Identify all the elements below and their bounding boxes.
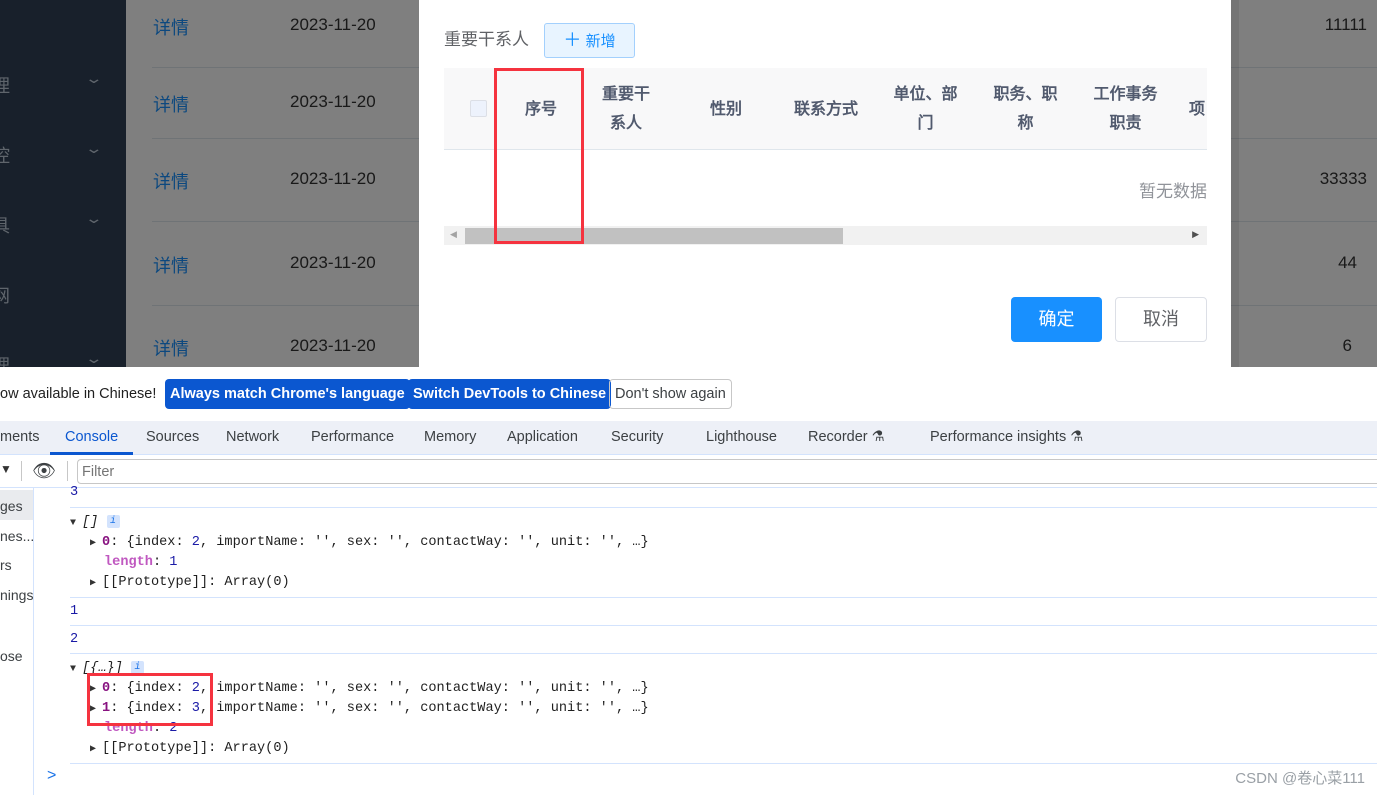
active-tab-indicator: [50, 452, 133, 455]
add-button-label: 新增: [585, 33, 616, 50]
collapsed-triangle-icon[interactable]: ▶: [90, 578, 102, 589]
tab-network[interactable]: Network: [226, 429, 279, 445]
devtools-panel: ow available in Chinese! Always match Ch…: [0, 367, 1377, 795]
array-preview: []: [82, 515, 99, 531]
toolbar-divider: [67, 461, 68, 481]
column-header: 单位、部门: [893, 86, 958, 132]
devtools-tabbar: [0, 421, 1377, 455]
array-prototype[interactable]: ▶ [[Prototype]]: Array(0): [90, 575, 290, 590]
sidebar-toggle-icon[interactable]: ▼: [0, 462, 12, 476]
stakeholder-dialog: 重要干系人 ＋ 新增 序号 重要干系人 性别 联系方式 单位、部门 职务、职称 …: [419, 0, 1231, 367]
item-key: 0: [102, 535, 111, 550]
tab-console[interactable]: Console: [65, 429, 118, 445]
highlight-box: [494, 68, 584, 244]
message-divider: [70, 653, 1377, 654]
column-header: 工作事务职责: [1093, 86, 1158, 132]
prototype-text: [[Prototype]]: Array(0): [102, 575, 290, 590]
console-sidebar-item[interactable]: ose: [0, 648, 23, 664]
column-header: 职务、职称: [993, 86, 1058, 132]
collapsed-triangle-icon[interactable]: ▶: [90, 744, 102, 755]
item-rest: , importName: '', sex: '', contactWay: '…: [199, 701, 649, 716]
tab-memory[interactable]: Memory: [424, 429, 476, 445]
dont-show-again-button[interactable]: Don't show again: [609, 379, 732, 409]
length-value: 1: [169, 555, 178, 570]
item-rest: , importName: '', sex: '', contactWay: '…: [199, 535, 649, 550]
info-icon[interactable]: i: [106, 515, 120, 528]
message-divider: [70, 597, 1377, 598]
tab-application[interactable]: Application: [507, 429, 578, 445]
console-array[interactable]: ▼ [] i: [70, 515, 120, 530]
select-all-checkbox[interactable]: [470, 100, 487, 117]
tab-lighthouse[interactable]: Lighthouse: [706, 429, 777, 445]
column-header: 联系方式: [793, 100, 858, 118]
background-app: 理⌄ 控⌄ 具⌄ 网 理⌄ 详情 2023-11-20 11111 详情 202…: [0, 0, 1377, 367]
confirm-button[interactable]: 确定: [1011, 297, 1102, 342]
console-message: 1: [70, 604, 79, 619]
switch-to-chinese-button[interactable]: Switch DevTools to Chinese: [408, 379, 612, 409]
toolbar-divider: [0, 487, 1377, 488]
cancel-button[interactable]: 取消: [1115, 297, 1207, 342]
message-divider: [70, 763, 1377, 764]
tab-elements[interactable]: ments: [0, 429, 40, 445]
scroll-right-icon[interactable]: ▶: [1192, 229, 1199, 240]
console-message: 3: [70, 485, 79, 500]
message-divider: [70, 507, 1377, 508]
console-message: 2: [70, 632, 79, 647]
column-header: 重要干系人: [601, 86, 650, 132]
console-sidebar-item[interactable]: nes...: [0, 528, 34, 544]
tab-performance[interactable]: Performance: [311, 429, 394, 445]
console-prompt-icon[interactable]: >: [47, 767, 56, 785]
watermark: CSDN @卷心菜111: [1235, 770, 1365, 787]
array-length: length: 1: [104, 555, 178, 570]
section-label: 重要干系人: [444, 30, 529, 49]
tab-recorder[interactable]: Recorder ⚗: [808, 429, 885, 445]
console-sidebar-item[interactable]: ges: [0, 498, 23, 514]
console-filter-input[interactable]: [77, 459, 1377, 484]
expanded-triangle-icon[interactable]: ▼: [70, 518, 82, 529]
tab-performance-insights[interactable]: Performance insights ⚗: [930, 429, 1083, 445]
collapsed-triangle-icon[interactable]: ▶: [90, 538, 102, 549]
infobar-text: ow available in Chinese!: [0, 386, 157, 402]
console-sidebar-item[interactable]: nings: [0, 587, 33, 603]
toolbar-divider: [21, 461, 22, 481]
console-sidebar: ges nes... rs nings ose: [0, 488, 34, 795]
highlight-box: [87, 673, 213, 726]
tab-security[interactable]: Security: [611, 429, 663, 445]
index-value: 2: [191, 535, 200, 550]
console-sidebar-item[interactable]: rs: [0, 557, 12, 573]
add-button[interactable]: ＋ 新增: [544, 23, 635, 58]
expanded-triangle-icon[interactable]: ▼: [70, 664, 82, 675]
plus-icon: ＋: [563, 30, 582, 50]
eye-icon[interactable]: 👁︎: [32, 459, 56, 483]
column-header: 项: [1189, 100, 1206, 118]
always-match-language-button[interactable]: Always match Chrome's language: [165, 379, 410, 409]
length-key: length: [104, 555, 153, 570]
array-prototype[interactable]: ▶ [[Prototype]]: Array(0): [90, 741, 290, 756]
item-rest: , importName: '', sex: '', contactWay: '…: [199, 681, 649, 696]
column-header: 性别: [709, 100, 742, 118]
message-divider: [70, 625, 1377, 626]
array-item[interactable]: ▶ 0: {index: 2, importName: '', sex: '',…: [90, 535, 649, 550]
empty-text: 暂无数据: [1139, 182, 1207, 201]
scroll-left-icon[interactable]: ◀: [450, 229, 457, 240]
tab-sources[interactable]: Sources: [146, 429, 199, 445]
modal-scrollbar[interactable]: [1231, 0, 1239, 367]
prototype-text: [[Prototype]]: Array(0): [102, 741, 290, 756]
